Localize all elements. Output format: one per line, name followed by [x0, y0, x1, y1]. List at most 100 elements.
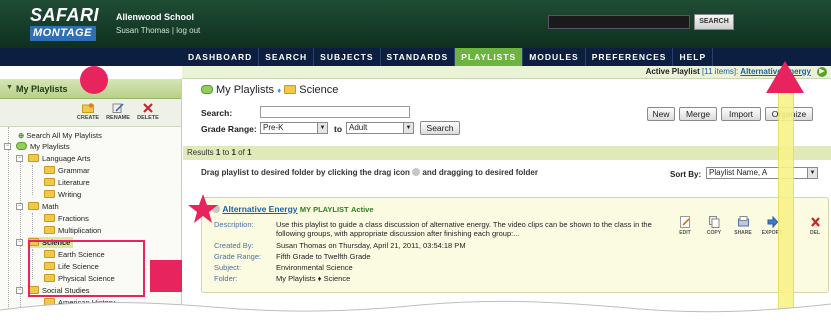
- delete-label: DELETE: [137, 115, 159, 121]
- tree-label: My Playlists: [30, 142, 70, 151]
- chevron-down-icon: ▼: [317, 123, 327, 133]
- share-icon: [737, 216, 749, 227]
- nav-preferences[interactable]: PREFERENCES: [586, 48, 674, 66]
- expand-toggle-icon[interactable]: −: [4, 143, 11, 150]
- tree-my-playlists[interactable]: My Playlists: [16, 141, 70, 152]
- created-label: Created By:: [214, 241, 254, 250]
- active-playlist-label: Active Playlist: [645, 67, 700, 76]
- header-search-input[interactable]: [548, 15, 690, 29]
- tree-label: Writing: [58, 190, 82, 199]
- grade-to-label: to: [334, 124, 343, 134]
- tree-label: Multiplication: [58, 226, 102, 235]
- copy-button[interactable]: COPY: [701, 216, 727, 236]
- grade-to-select[interactable]: Adult ▼: [346, 122, 414, 134]
- edit-button[interactable]: EDIT: [672, 216, 698, 236]
- nav-left-band: [0, 48, 182, 66]
- pink-star-marker: [188, 194, 218, 223]
- nav-subjects[interactable]: SUBJECTS: [314, 48, 381, 66]
- playlist-search-input[interactable]: [260, 106, 410, 118]
- subject-value: Environmental Science: [276, 263, 353, 272]
- tree-math[interactable]: Math: [28, 201, 59, 212]
- delete-folder-button[interactable]: DELETE: [134, 103, 162, 121]
- results-bar: Results 1 to 1 of 1: [183, 146, 831, 160]
- tree-label: Literature: [58, 178, 90, 187]
- tree-multiplication[interactable]: Multiplication: [44, 225, 101, 236]
- nav-playlists[interactable]: PLAYLISTS: [455, 48, 524, 66]
- user-separator: |: [171, 26, 174, 35]
- drag-hint-text: Drag playlist to desired folder by click…: [201, 168, 410, 177]
- import-button[interactable]: Import: [721, 107, 761, 121]
- logout-link[interactable]: log out: [176, 26, 200, 35]
- playlist-card[interactable]: Alternative Energy MY PLAYLIST Active De…: [201, 197, 829, 293]
- grade-from-value: Pre-K: [263, 123, 284, 132]
- delete-x-icon: [143, 103, 153, 113]
- expand-toggle-icon[interactable]: −: [16, 203, 23, 210]
- folder-value: My Playlists ♦ Science: [276, 274, 351, 283]
- folder-icon: [44, 214, 55, 222]
- folder-icon: [28, 154, 39, 162]
- created-value: Susan Thomas on Thursday, April 21, 2011…: [276, 241, 466, 250]
- sidebar-toolbar: CREATE RENAME DELETE: [0, 99, 181, 127]
- logo-montage-text: MONTAGE: [30, 26, 96, 41]
- edit-pencil-icon: [679, 216, 690, 228]
- tree-line: [32, 165, 33, 195]
- playlist-status: Active: [351, 205, 374, 214]
- tree-grammar[interactable]: Grammar: [44, 165, 90, 176]
- nav-search[interactable]: SEARCH: [259, 48, 315, 66]
- grade-range-value: Fifth Grade to Twelfth Grade: [276, 252, 371, 261]
- tree-language-arts[interactable]: Language Arts: [28, 153, 90, 164]
- delete-label: DEL: [810, 230, 820, 236]
- share-button[interactable]: SHARE: [730, 216, 756, 236]
- expand-toggle-icon[interactable]: −: [16, 155, 23, 162]
- delete-playlist-button[interactable]: DEL: [802, 216, 828, 236]
- folder-icon: [28, 202, 39, 210]
- merge-button[interactable]: Merge: [679, 107, 717, 121]
- new-button[interactable]: New: [647, 107, 675, 121]
- expand-toggle-icon[interactable]: −: [16, 287, 23, 294]
- breadcrumb-current: Science: [299, 84, 339, 96]
- export-arrow-icon: [767, 216, 778, 228]
- nav-dashboard[interactable]: DASHBOARD: [182, 48, 260, 66]
- main-nav: DASHBOARD SEARCH SUBJECTS STANDARDS PLAY…: [182, 48, 831, 66]
- playlist-title-link[interactable]: Alternative Energy: [222, 204, 297, 214]
- share-label: SHARE: [734, 230, 752, 236]
- yellow-highlight-bar: [778, 88, 794, 322]
- results-count: Results 1 to 1 of 1: [187, 148, 252, 157]
- results-of-word: of: [235, 148, 248, 157]
- nav-standards[interactable]: STANDARDS: [381, 48, 456, 66]
- logo-safari-text: SAFARI: [30, 5, 100, 25]
- tree-line: [8, 127, 9, 317]
- search-all-label: Search All My Playlists: [26, 131, 102, 140]
- tree-literature[interactable]: Literature: [44, 177, 90, 188]
- playlists-folder-icon: [201, 85, 213, 94]
- breadcrumb: My Playlists ♦ Science: [201, 84, 338, 96]
- search-all-playlists[interactable]: ⊕ Search All My Playlists: [18, 130, 102, 141]
- search-magnifier-icon: ⊕: [18, 131, 25, 140]
- sort-by-label: Sort By:: [670, 170, 702, 179]
- nav-modules[interactable]: MODULES: [523, 48, 586, 66]
- active-playlist-bar: Active Playlist [11 items]: Alternative …: [182, 66, 831, 79]
- user-name: Susan Thomas: [116, 26, 170, 35]
- create-folder-button[interactable]: CREATE: [74, 103, 102, 121]
- expand-toggle-icon[interactable]: −: [16, 239, 23, 246]
- drag-hint-text-end: and dragging to desired folder: [422, 168, 538, 177]
- collapse-triangle-icon[interactable]: ▼: [6, 84, 13, 91]
- grade-from-select[interactable]: Pre-K ▼: [260, 122, 328, 134]
- sort-by-select[interactable]: Playlist Name, A ▼: [706, 167, 818, 179]
- sort-by-value: Playlist Name, A: [709, 168, 768, 177]
- tree-label: Grammar: [58, 166, 90, 175]
- tree-writing[interactable]: Writing: [44, 189, 81, 200]
- tree-fractions[interactable]: Fractions: [44, 213, 89, 224]
- rename-label: RENAME: [106, 115, 130, 121]
- grade-range-field-label: Grade Range:: [214, 252, 262, 261]
- rename-folder-button[interactable]: RENAME: [104, 103, 132, 121]
- play-arrow-icon[interactable]: ▶: [817, 67, 827, 77]
- safari-montage-logo[interactable]: SAFARI MONTAGE: [30, 5, 100, 41]
- search-button[interactable]: Search: [420, 121, 460, 135]
- user-line: Susan Thomas | log out: [116, 26, 200, 35]
- results-prefix: Results: [187, 148, 216, 157]
- breadcrumb-root[interactable]: My Playlists: [216, 84, 274, 96]
- header-search-button[interactable]: SEARCH: [694, 14, 734, 30]
- nav-help[interactable]: HELP: [673, 48, 714, 66]
- sidebar-title: My Playlists: [16, 84, 68, 94]
